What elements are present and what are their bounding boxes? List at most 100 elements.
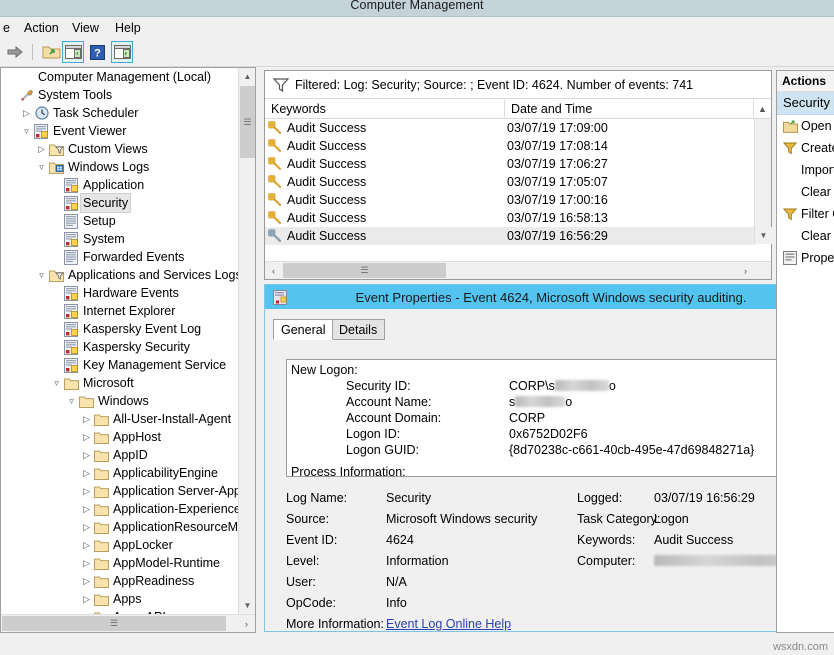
tree-item-all-user-install-agent[interactable]: ▷All-User-Install-Agent <box>1 410 239 428</box>
chevron-down-icon[interactable]: ▿ <box>35 158 48 176</box>
chevron-right-icon[interactable]: ▷ <box>80 518 93 536</box>
chevron-right-icon[interactable]: ▷ <box>80 428 93 446</box>
tree-item-application-experience[interactable]: ▷Application-Experience <box>1 500 239 518</box>
action-item-properties[interactable]: Properties <box>777 247 834 269</box>
event-row[interactable]: Audit Success03/07/19 17:09:00 <box>265 119 755 137</box>
chevron-right-icon[interactable]: ▷ <box>80 482 93 500</box>
chevron-right-icon[interactable]: ▷ <box>80 572 93 590</box>
tree-item-internet-explorer[interactable]: Internet Explorer <box>1 302 239 320</box>
chevron-down-icon[interactable]: ▿ <box>35 266 48 284</box>
tree-item-kaspersky-security[interactable]: Kaspersky Security <box>1 338 239 356</box>
menu-item-view[interactable]: View <box>67 20 104 36</box>
tree-item-apphost[interactable]: ▷AppHost <box>1 428 239 446</box>
menu-item-help[interactable]: Help <box>110 20 146 36</box>
menu-item-file[interactable]: e <box>0 20 15 36</box>
action-item-filter-current-log[interactable]: Filter Current Log... <box>777 203 834 225</box>
forward-arrow-icon[interactable] <box>4 41 26 63</box>
chevron-right-icon[interactable]: ▷ <box>80 536 93 554</box>
tree-item-applications-and-services-logs[interactable]: ▿Applications and Services Logs <box>1 266 239 284</box>
tree-scroll-thumb[interactable]: ☰ <box>240 86 255 158</box>
tree-scroll-down-icon[interactable]: ▼ <box>239 597 256 614</box>
event-list-vertical-scrollbar[interactable]: ▼ <box>754 119 771 244</box>
event-datetime: 03/07/19 17:00:16 <box>507 191 608 209</box>
tree-item-application[interactable]: Application <box>1 176 239 194</box>
event-list-scroll-down-icon[interactable]: ▼ <box>755 227 772 244</box>
chevron-down-icon[interactable]: ▿ <box>50 374 63 392</box>
tree-item-applocker[interactable]: ▷AppLocker <box>1 536 239 554</box>
chevron-right-icon[interactable]: ▷ <box>80 446 93 464</box>
chevron-right-icon[interactable]: ▷ <box>80 500 93 518</box>
tab-general[interactable]: General <box>273 319 333 340</box>
tree-item-windows-logs[interactable]: ▿ Windows Logs <box>1 158 239 176</box>
tree-item-task-scheduler[interactable]: ▷Task Scheduler <box>1 104 239 122</box>
tree-scroll-up-icon[interactable]: ▲ <box>239 68 256 85</box>
list-scroll-up-icon[interactable]: ▲ <box>754 100 771 118</box>
tree-item-computer-management-local[interactable]: Computer Management (Local) <box>1 68 239 86</box>
event-row[interactable]: Audit Success03/07/19 16:58:13 <box>265 209 755 227</box>
tree-item-hardware-events[interactable]: Hardware Events <box>1 284 239 302</box>
tree-item-system-tools[interactable]: System Tools <box>1 86 239 104</box>
event-row[interactable]: Audit Success03/07/19 17:08:14 <box>265 137 755 155</box>
watermark: wsxdn.com <box>773 641 828 653</box>
column-header-keywords[interactable]: Keywords <box>265 100 505 118</box>
tree-item-key-management-service[interactable]: Key Management Service <box>1 356 239 374</box>
tree-item-event-viewer[interactable]: ▿Event Viewer <box>1 122 239 140</box>
event-row[interactable]: Audit Success03/07/19 17:06:27 <box>265 155 755 173</box>
tree-item-applicabilityengine[interactable]: ▷ApplicabilityEngine <box>1 464 239 482</box>
action-item-open-saved-log[interactable]: Open Saved Log... <box>777 115 834 137</box>
event-row[interactable]: Audit Success03/07/19 17:05:07 <box>265 173 755 191</box>
chevron-down-icon[interactable]: ▿ <box>65 392 78 410</box>
event-log-online-help-link[interactable]: Event Log Online Help <box>386 614 511 635</box>
tree-item-security[interactable]: Security <box>1 194 239 212</box>
chevron-right-icon[interactable]: ▷ <box>20 104 33 122</box>
tree-item-appreadiness[interactable]: ▷AppReadiness <box>1 572 239 590</box>
event-list-horizontal-scrollbar[interactable]: ‹ ☰ › <box>265 261 771 279</box>
action-item-label: Filter Current Log... <box>801 203 834 225</box>
show-tree-pane-icon[interactable] <box>62 41 84 63</box>
detail-value-prefix: CORP\s <box>509 379 555 393</box>
chevron-right-icon[interactable]: ▷ <box>80 554 93 572</box>
tree-vertical-scrollbar[interactable]: ▲ ▼ ☰ <box>238 68 255 614</box>
tree-item-application-server-applications[interactable]: ▷Application Server-Applications <box>1 482 239 500</box>
tree-item-label: Windows Logs <box>65 158 152 176</box>
tree-item-appid[interactable]: ▷AppID <box>1 446 239 464</box>
tree-item-applicationresourcemanagement[interactable]: ▷ApplicationResourceManagement <box>1 518 239 536</box>
action-item-import-custom-view[interactable]: Import Custom View... <box>777 159 834 181</box>
event-row[interactable]: Audit Success03/07/19 17:00:16 <box>265 191 755 209</box>
actions-list[interactable]: Open Saved Log...Create Custom View...Im… <box>777 115 834 269</box>
tree-item-custom-views[interactable]: ▷Custom Views <box>1 140 239 158</box>
tree-item-setup[interactable]: Setup <box>1 212 239 230</box>
tree-hscroll-thumb[interactable]: ☰ <box>2 616 226 631</box>
event-list-hscroll-thumb[interactable]: ☰ <box>283 263 446 278</box>
action-item-clear-filter[interactable]: Clear Filter <box>777 225 834 247</box>
tree-item-kaspersky-event-log[interactable]: Kaspersky Event Log <box>1 320 239 338</box>
tree-item-microsoft[interactable]: ▿Microsoft <box>1 374 239 392</box>
folder-icon <box>93 557 110 570</box>
event-list-hscroll-right-icon[interactable]: › <box>737 262 754 279</box>
tree-item-forwarded-events[interactable]: Forwarded Events <box>1 248 239 266</box>
menu-item-action[interactable]: Action <box>19 20 64 36</box>
event-row[interactable]: Audit Success03/07/19 16:56:29 <box>265 227 755 245</box>
action-item-clear-log[interactable]: Clear Log... <box>777 181 834 203</box>
tree-item-appmodel-runtime[interactable]: ▷AppModel-Runtime <box>1 554 239 572</box>
chevron-right-icon[interactable]: ▷ <box>80 590 93 608</box>
event-list-rows[interactable]: Audit Success03/07/19 17:09:00Audit Succ… <box>265 119 755 261</box>
console-tree[interactable]: Computer Management (Local)System Tools▷… <box>1 68 239 632</box>
tree-item-apps[interactable]: ▷Apps <box>1 590 239 608</box>
chevron-down-icon[interactable]: ▿ <box>20 122 33 140</box>
tab-details[interactable]: Details <box>331 319 385 340</box>
chevron-right-icon[interactable]: ▷ <box>80 410 93 428</box>
help-icon[interactable]: ? <box>86 41 108 63</box>
chevron-right-icon[interactable]: ▷ <box>80 464 93 482</box>
chevron-right-icon[interactable]: ▷ <box>35 140 48 158</box>
event-list-hscroll-left-icon[interactable]: ‹ <box>265 262 282 279</box>
tree-item-system[interactable]: System <box>1 230 239 248</box>
tree-hscroll-right-icon[interactable]: › <box>238 615 255 632</box>
tree-item-windows[interactable]: ▿Windows <box>1 392 239 410</box>
tree-horizontal-scrollbar[interactable]: ☰ › <box>1 614 255 632</box>
action-item-create-custom-view[interactable]: Create Custom View... <box>777 137 834 159</box>
show-action-pane-icon[interactable] <box>111 41 133 63</box>
column-header-date-and-time[interactable]: Date and Time <box>505 100 754 118</box>
event-keywords: Audit Success <box>287 209 366 227</box>
open-folder-icon[interactable] <box>40 41 62 63</box>
